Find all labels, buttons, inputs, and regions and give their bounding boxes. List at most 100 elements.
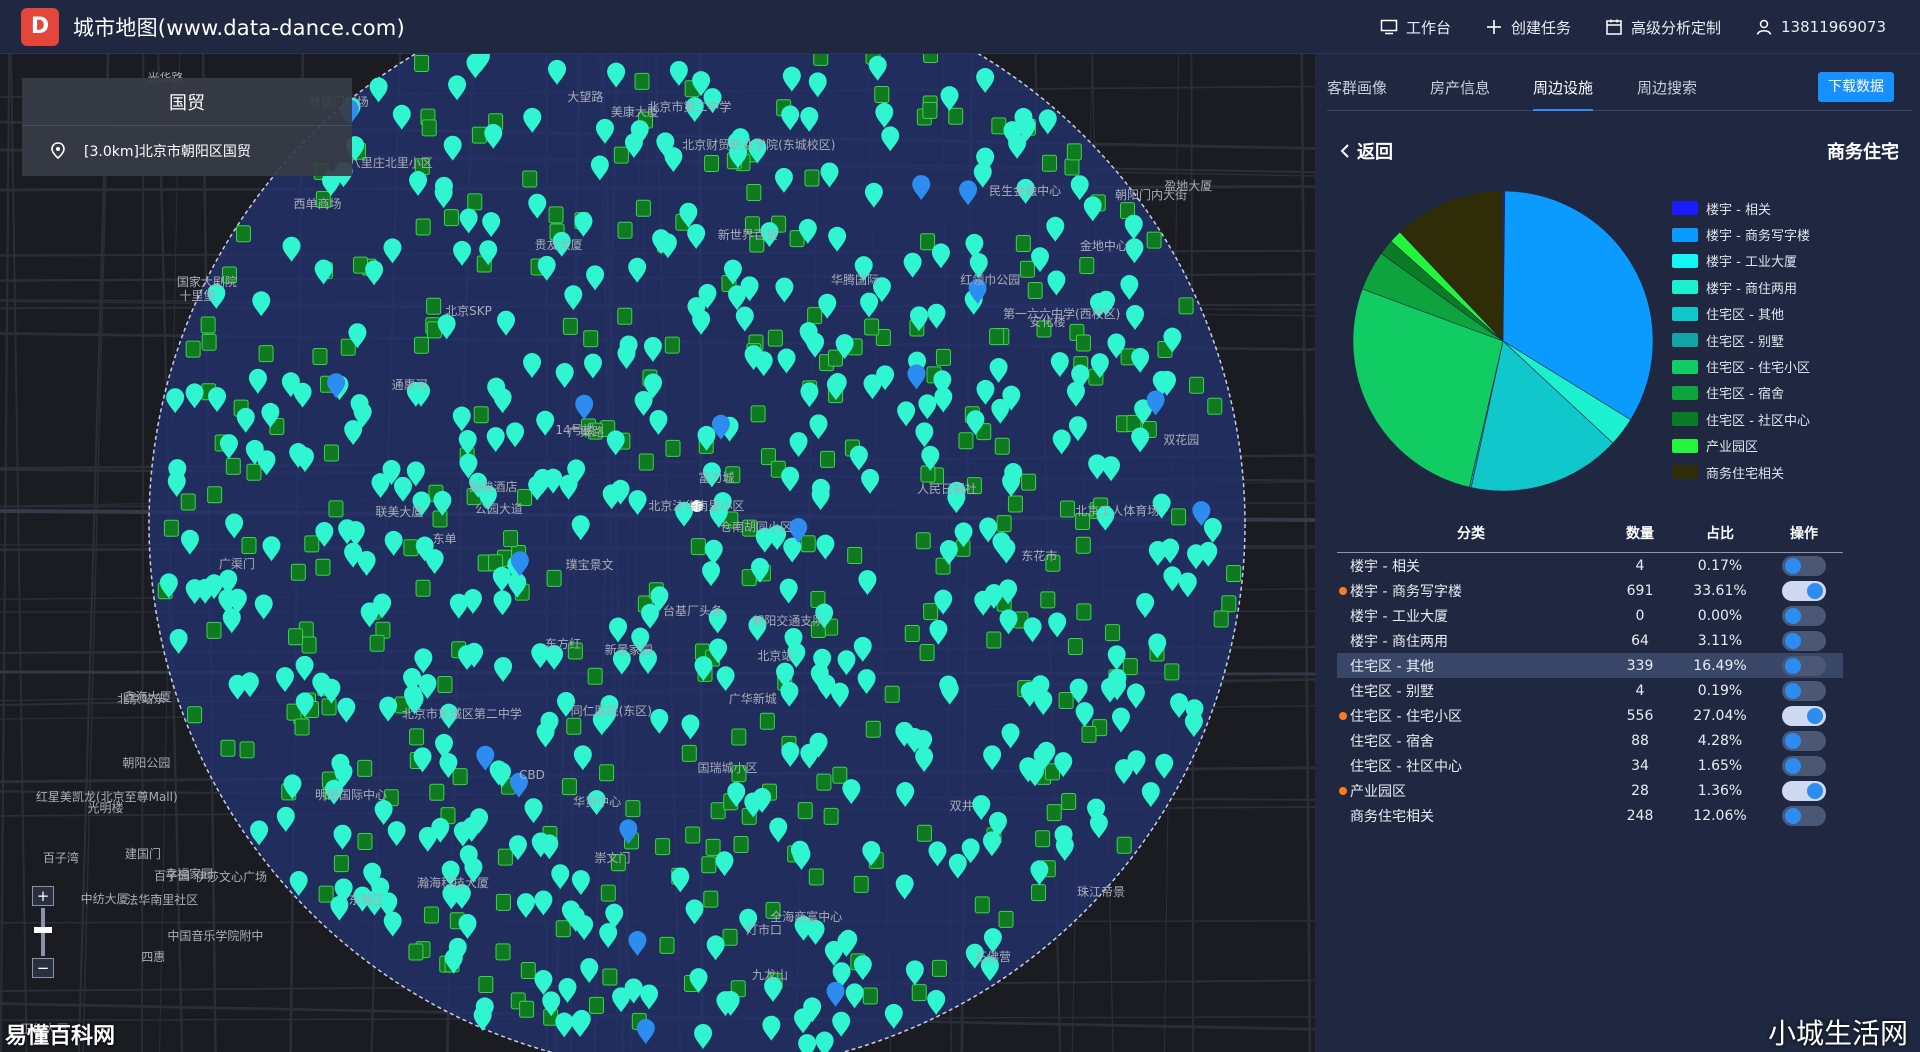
building-marker[interactable] <box>1075 536 1091 554</box>
building-marker[interactable] <box>797 802 813 820</box>
building-marker[interactable] <box>185 340 201 358</box>
building-marker[interactable] <box>478 976 494 994</box>
table-row[interactable]: 商务住宅相关 248 12.06% <box>1337 803 1843 828</box>
building-marker[interactable] <box>415 579 431 597</box>
building-marker[interactable] <box>497 848 513 866</box>
building-marker[interactable] <box>750 405 766 423</box>
building-marker[interactable] <box>328 500 344 518</box>
table-row[interactable]: 住宅区 - 其他 339 16.49% <box>1337 653 1843 678</box>
building-marker[interactable] <box>864 318 880 336</box>
building-marker[interactable] <box>519 1000 535 1018</box>
building-marker[interactable] <box>495 893 511 911</box>
table-row[interactable]: 楼宇 - 相关 4 0.17% <box>1337 553 1843 578</box>
building-marker[interactable] <box>1122 658 1138 676</box>
table-row[interactable]: 住宅区 - 社区中心 34 1.65% <box>1337 753 1843 778</box>
building-marker[interactable] <box>600 884 616 902</box>
building-marker[interactable] <box>437 676 453 694</box>
building-marker[interactable] <box>1213 610 1229 628</box>
layer-toggle-switch[interactable] <box>1782 580 1826 601</box>
zoom-out-button[interactable]: − <box>32 958 54 978</box>
building-marker[interactable] <box>994 437 1010 455</box>
building-marker[interactable] <box>555 920 571 938</box>
building-marker[interactable] <box>357 759 373 777</box>
table-row[interactable]: 住宅区 - 宿舍 88 4.28% <box>1337 728 1843 753</box>
layer-toggle-switch[interactable] <box>1782 805 1826 826</box>
table-row[interactable]: 住宅区 - 别墅 4 0.19% <box>1337 678 1843 703</box>
building-marker[interactable] <box>187 706 203 724</box>
building-marker[interactable] <box>471 126 487 144</box>
building-marker[interactable] <box>566 717 582 735</box>
building-marker[interactable] <box>258 345 274 363</box>
building-marker[interactable] <box>421 119 437 137</box>
building-marker[interactable] <box>690 538 706 556</box>
building-marker[interactable] <box>1007 495 1023 513</box>
layer-toggle-switch[interactable] <box>1782 780 1826 801</box>
zoom-slider-handle[interactable] <box>34 926 52 933</box>
building-marker[interactable] <box>722 928 738 946</box>
building-marker[interactable] <box>1189 376 1205 394</box>
building-marker[interactable] <box>904 625 920 643</box>
building-marker[interactable] <box>522 170 538 188</box>
building-marker[interactable] <box>922 101 938 119</box>
building-marker[interactable] <box>1079 256 1095 274</box>
table-row[interactable]: 楼宇 - 商务写字楼 691 33.61% <box>1337 578 1843 603</box>
building-marker[interactable] <box>617 221 633 239</box>
layer-toggle-switch[interactable] <box>1782 730 1826 751</box>
building-marker[interactable] <box>201 333 217 351</box>
nav-advanced-analysis[interactable]: 高级分析定制 <box>1605 17 1721 38</box>
back-button[interactable]: 返回 <box>1339 138 1393 164</box>
building-marker[interactable] <box>804 169 820 187</box>
search-result-item[interactable]: [3.0km]北京市朝阳区国贸 <box>22 126 352 176</box>
building-marker[interactable] <box>548 206 564 224</box>
building-marker[interactable] <box>808 868 824 886</box>
building-marker[interactable] <box>948 107 964 125</box>
building-marker[interactable] <box>731 728 747 746</box>
building-marker[interactable] <box>1031 884 1047 902</box>
tab-property-info[interactable]: 房产信息 <box>1430 54 1490 111</box>
building-marker[interactable] <box>759 712 775 730</box>
building-marker[interactable] <box>546 569 562 587</box>
building-marker[interactable] <box>920 233 936 251</box>
building-marker[interactable] <box>239 741 255 759</box>
nav-workbench[interactable]: 工作台 <box>1380 17 1451 38</box>
building-marker[interactable] <box>685 826 701 844</box>
building-marker[interactable] <box>823 807 839 825</box>
building-marker[interactable] <box>1058 692 1074 710</box>
building-marker[interactable] <box>602 968 618 986</box>
building-marker[interactable] <box>1015 234 1031 252</box>
building-marker[interactable] <box>1046 804 1062 822</box>
building-marker[interactable] <box>163 519 179 537</box>
building-marker[interactable] <box>862 987 878 1005</box>
building-marker[interactable] <box>200 316 216 334</box>
building-marker[interactable] <box>1040 591 1056 609</box>
building-marker[interactable] <box>588 996 604 1014</box>
building-marker[interactable] <box>1116 836 1132 854</box>
building-marker[interactable] <box>874 85 890 103</box>
table-row[interactable]: 楼宇 - 商住两用 64 3.11% <box>1337 628 1843 653</box>
legend-item[interactable]: 住宅区 - 别墅 <box>1672 327 1810 353</box>
building-marker[interactable] <box>369 634 385 652</box>
table-row[interactable]: 住宅区 - 住宅小区 556 27.04% <box>1337 703 1843 728</box>
building-marker[interactable] <box>1171 508 1187 526</box>
legend-item[interactable]: 楼宇 - 工业大厦 <box>1672 248 1810 274</box>
map-view[interactable]: 西单商场 北京工人体育场 公园大道 石佛营 朝阳公园 十里堡 仓南胡同小区 东城区 北京市东城区… <box>0 54 1315 1052</box>
building-marker[interactable] <box>1178 297 1194 315</box>
tab-customer-profile[interactable]: 客群画像 <box>1327 54 1387 111</box>
building-marker[interactable] <box>583 330 599 348</box>
building-marker[interactable] <box>304 535 320 553</box>
building-marker[interactable] <box>1064 158 1080 176</box>
building-marker[interactable] <box>625 800 641 818</box>
poi-pin-marker[interactable] <box>798 1034 817 1052</box>
building-marker[interactable] <box>996 515 1012 533</box>
building-marker[interactable] <box>911 984 927 1002</box>
building-marker[interactable] <box>703 890 719 908</box>
layer-toggle-switch[interactable] <box>1782 705 1826 726</box>
building-marker[interactable] <box>1035 830 1051 848</box>
building-marker[interactable] <box>312 348 328 366</box>
building-marker[interactable] <box>617 307 633 325</box>
building-marker[interactable] <box>562 317 578 335</box>
building-marker[interactable] <box>318 885 334 903</box>
building-marker[interactable] <box>935 348 951 366</box>
building-marker[interactable] <box>587 667 603 685</box>
building-marker[interactable] <box>1059 500 1075 518</box>
